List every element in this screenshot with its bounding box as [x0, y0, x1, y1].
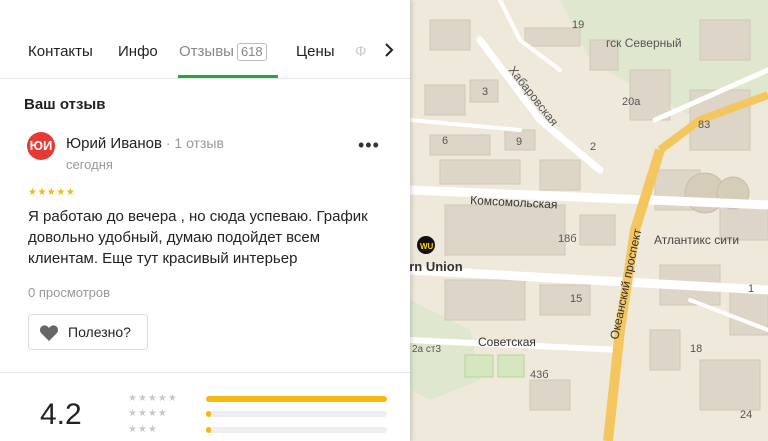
- map-label-3: 3: [482, 86, 488, 98]
- tab-reviews[interactable]: Отзывы 618: [179, 43, 267, 61]
- map-label-83: 83: [698, 119, 710, 131]
- map-label-2a: 2а ст3: [412, 344, 441, 355]
- map-label-atlantiks: Атлантикс сити: [654, 233, 739, 247]
- map-label-15: 15: [570, 293, 582, 305]
- map-label-18: 18: [690, 343, 702, 355]
- heart-icon: [39, 325, 59, 341]
- author-name[interactable]: Юрий Иванов: [66, 135, 162, 152]
- tab-reviews-label: Отзывы: [179, 43, 234, 60]
- review-panel: Контакты Инфо Отзывы 618 Цены Ф Ваш отзыв…: [0, 0, 410, 441]
- map-label-9: 9: [516, 136, 522, 148]
- useful-label: Полезно?: [68, 324, 131, 340]
- useful-button[interactable]: Полезно?: [28, 314, 148, 350]
- author-review-count: · 1 отзыв: [161, 135, 224, 151]
- active-tab-indicator: [178, 75, 278, 78]
- rating-row-stars: ★★★: [128, 424, 158, 435]
- map-park: [464, 354, 494, 378]
- tab-bar: Контакты Инфо Отзывы 618 Цены Ф: [0, 0, 410, 79]
- more-options-icon[interactable]: •••: [358, 136, 380, 154]
- map-label-19: 19: [572, 19, 584, 31]
- map-label-6: 6: [442, 135, 448, 147]
- average-rating: 4.2: [40, 398, 82, 431]
- map-label-sovetskaya: Советская: [478, 335, 536, 349]
- divider: [0, 372, 410, 373]
- map-label-20a: 20а: [622, 96, 641, 108]
- rating-bar-track: [206, 396, 387, 402]
- rating-bar-fill: [206, 396, 387, 402]
- tab-prices[interactable]: Цены: [296, 43, 335, 60]
- map-label-western-union: ern Union: [402, 259, 463, 274]
- svg-text:WU: WU: [420, 242, 434, 251]
- tab-photos-partial[interactable]: Ф: [355, 43, 375, 60]
- map-label-gsk: гск Северный: [606, 36, 682, 50]
- tab-contacts[interactable]: Контакты: [28, 43, 93, 60]
- review-text: Я работаю до вечера , но сюда успеваю. Г…: [28, 208, 368, 267]
- map-label-43b: 43б: [530, 369, 549, 381]
- map-label-1: 1: [748, 283, 754, 295]
- avatar[interactable]: ЮИ: [27, 132, 55, 160]
- review-author[interactable]: Юрий Иванов · 1 отзыв: [66, 135, 224, 152]
- reviews-count-badge: 618: [236, 43, 267, 61]
- review-stars: ★★★★★: [28, 187, 76, 198]
- rating-bar-fill: [206, 427, 212, 433]
- rating-bar-track: [206, 411, 387, 417]
- review-views: 0 просмотров: [28, 285, 111, 300]
- rating-row-stars: ★★★★★: [128, 393, 178, 404]
- map-label-2: 2: [590, 141, 596, 153]
- rating-bar-track: [206, 427, 387, 433]
- rating-bar-fill: [206, 411, 212, 417]
- tab-info[interactable]: Инфо: [118, 43, 158, 60]
- chevron-right-icon[interactable]: [381, 40, 397, 60]
- map-label-24: 24: [740, 409, 752, 421]
- map-label-18b: 18б: [558, 233, 577, 245]
- your-review-title: Ваш отзыв: [24, 96, 106, 113]
- rating-row-stars: ★★★★: [128, 408, 168, 419]
- map-park: [497, 354, 525, 378]
- review-date: сегодня: [66, 157, 113, 172]
